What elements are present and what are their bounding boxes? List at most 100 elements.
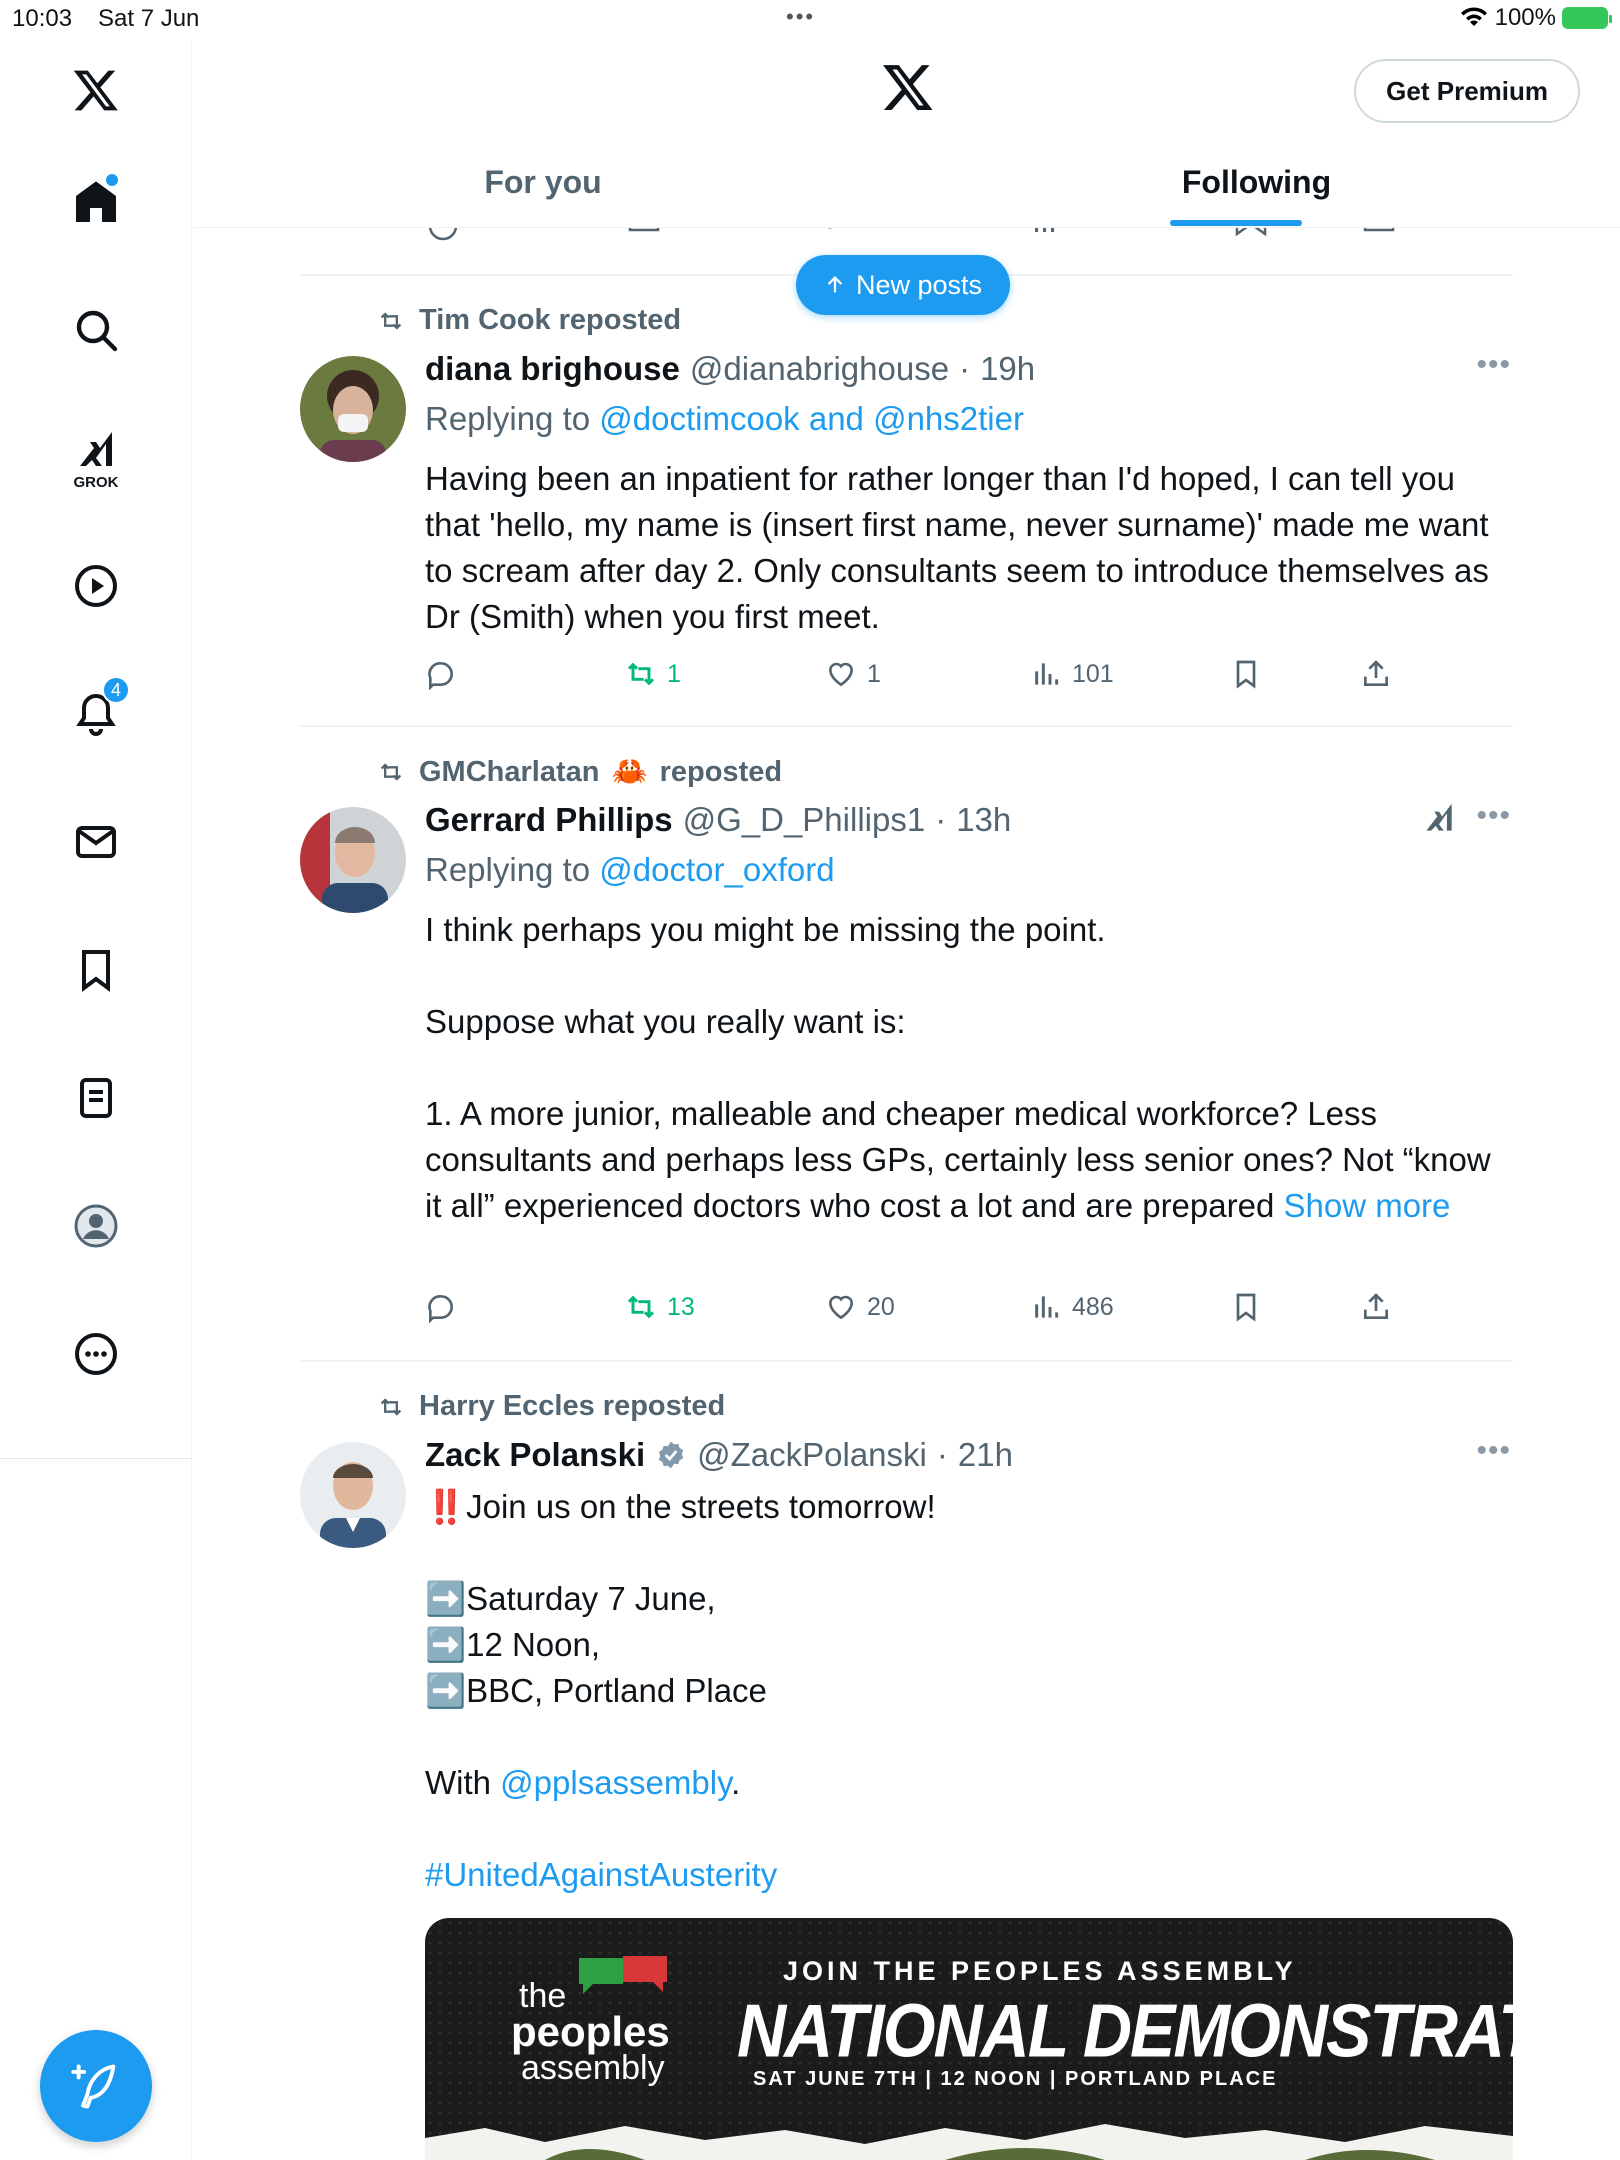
reply-button[interactable] — [425, 658, 457, 690]
reply-icon — [428, 1295, 453, 1323]
dot-separator: · — [935, 801, 947, 838]
lists-icon[interactable] — [56, 1058, 136, 1138]
repost-by: Tim Cook reposted — [419, 304, 682, 336]
arrow-up-icon — [827, 276, 843, 293]
repost-indicator: Tim Cook reposted — [375, 304, 681, 337]
tweet-line: ‼️Join us on the streets tomorrow! — [425, 1488, 936, 1525]
tab-for-you[interactable]: For you — [193, 138, 893, 226]
status-right: 100% — [1459, 4, 1612, 32]
mention-link[interactable]: @pplsassembly — [500, 1764, 731, 1801]
author-name[interactable]: diana brighouse — [425, 350, 680, 388]
author-handle[interactable]: @G_D_Phillips1 — [683, 801, 926, 839]
share-button[interactable] — [1360, 1291, 1392, 1323]
like-button[interactable]: 20 — [825, 1291, 895, 1323]
tweet-media-image[interactable]: the peoples assembly JOIN THE PEOPLES AS… — [425, 1918, 1513, 2160]
tweet-actions: 13 20 486 — [425, 1291, 1425, 1337]
home-icon[interactable] — [56, 162, 136, 242]
previous-tweet-actions-partial — [425, 228, 1425, 242]
avatar[interactable] — [300, 807, 406, 913]
compose-feather-icon — [71, 2064, 116, 2109]
search-icon[interactable] — [56, 290, 136, 370]
get-premium-button[interactable]: Get Premium — [1354, 59, 1580, 123]
like-count: 20 — [867, 1292, 895, 1321]
dot-separator: · — [936, 1436, 948, 1473]
share-button[interactable] — [1360, 658, 1392, 690]
more-menu-icon[interactable]: ••• — [1476, 348, 1511, 382]
dot-separator: · — [959, 350, 971, 387]
sidebar: GROK 4 — [0, 40, 192, 2160]
tweet-divider — [300, 725, 1513, 727]
tweet-divider — [300, 1360, 1513, 1362]
views-count: 101 — [1072, 659, 1114, 688]
grok-icon[interactable]: GROK — [56, 418, 136, 498]
retweet-count: 1 — [667, 659, 681, 688]
replying-to-link[interactable]: @doctor_oxford — [599, 851, 834, 888]
share-icon — [1364, 660, 1388, 686]
retweet-count: 13 — [667, 1292, 695, 1321]
retweet-button[interactable]: 1 — [625, 658, 681, 690]
tweet-author-line: Zack Polanski @ZackPolanski · 21h — [425, 1436, 1013, 1474]
repost-by: GMCharlatan — [419, 755, 600, 788]
like-button[interactable]: 1 — [825, 658, 881, 690]
verified-badge-icon — [658, 1441, 684, 1469]
tweet-time[interactable]: 19h — [980, 350, 1035, 388]
author-handle[interactable]: @dianabrighouse — [690, 350, 949, 388]
repost-icon — [380, 763, 402, 781]
retweet-icon — [627, 662, 655, 686]
replying-to-line: Replying to @doctor_oxford — [425, 851, 835, 889]
tweet-time[interactable]: 21h — [958, 1436, 1013, 1474]
bookmark-button[interactable] — [1230, 1291, 1262, 1323]
notifications-bell-icon[interactable]: 4 — [56, 674, 136, 754]
author-name[interactable]: Gerrard Phillips — [425, 801, 673, 839]
bookmark-icon[interactable] — [56, 930, 136, 1010]
video-icon[interactable] — [56, 546, 136, 626]
views-count: 486 — [1072, 1292, 1114, 1321]
tweet-text: I think perhaps you might be missing the… — [425, 907, 1505, 1229]
tweet-paragraph: 1. A more junior, malleable and cheaper … — [425, 1095, 1491, 1224]
tweet-line: ➡️12 Noon, — [425, 1626, 601, 1663]
grok-explain-icon[interactable] — [1420, 799, 1458, 842]
multitasking-dots-icon[interactable]: ••• — [786, 4, 815, 30]
repost-by: Harry Eccles reposted — [419, 1390, 726, 1422]
speech-bubbles-icon — [579, 1956, 667, 1994]
new-posts-button[interactable]: New posts — [796, 255, 1011, 315]
more-menu-icon[interactable]: ••• — [1476, 799, 1511, 833]
battery-percent: 100% — [1494, 4, 1556, 31]
replying-to-link[interactable]: @doctimcook and @nhs2tier — [599, 400, 1024, 437]
bookmark-button[interactable] — [1230, 658, 1262, 690]
reply-button[interactable] — [425, 1291, 457, 1323]
messages-envelope-icon[interactable] — [56, 802, 136, 882]
hashtag-link[interactable]: #UnitedAgainstAusterity — [425, 1856, 777, 1893]
sidebar-divider — [0, 1458, 192, 1459]
avatar[interactable] — [300, 356, 406, 462]
x-header-logo-icon[interactable] — [881, 60, 935, 119]
views-button[interactable]: 101 — [1030, 658, 1114, 690]
crab-emoji: 🦀 — [611, 756, 648, 788]
tweet-paragraph: Suppose what you really want is: — [425, 1003, 906, 1040]
show-more-link[interactable]: Show more — [1284, 1187, 1451, 1224]
replying-prefix: Replying to — [425, 400, 591, 437]
tweet-line: ➡️BBC, Portland Place — [425, 1672, 767, 1709]
more-options-icon[interactable] — [56, 1314, 136, 1394]
views-button[interactable]: 486 — [1030, 1291, 1114, 1323]
retweet-button[interactable]: 13 — [625, 1291, 695, 1323]
author-name[interactable]: Zack Polanski — [425, 1436, 645, 1474]
share-icon — [1364, 1293, 1388, 1319]
more-menu-icon[interactable]: ••• — [1476, 1434, 1511, 1468]
author-handle[interactable]: @ZackPolanski — [697, 1436, 927, 1474]
tweet-text: ‼️Join us on the streets tomorrow! ➡️Sat… — [425, 1484, 1505, 1898]
heart-icon — [828, 662, 854, 687]
repost-indicator: GMCharlatan 🦀 reposted — [375, 755, 782, 789]
views-chart-icon — [1035, 663, 1059, 685]
tab-following[interactable]: Following — [893, 138, 1620, 226]
profile-avatar-icon[interactable] — [56, 1186, 136, 1266]
peoples-assembly-logo: the peoples assembly — [511, 1956, 670, 2086]
notifications-badge: 4 — [102, 676, 130, 704]
status-date: Sat 7 Jun — [98, 5, 200, 32]
status-bar: 10:03 Sat 7 Jun ••• 100% — [0, 0, 1620, 40]
avatar[interactable] — [300, 1442, 406, 1548]
tweet-time[interactable]: 13h — [956, 801, 1011, 839]
x-logo-icon[interactable] — [56, 50, 136, 130]
tweet-text: Having been an inpatient for rather long… — [425, 456, 1505, 640]
compose-post-button[interactable] — [40, 2030, 152, 2142]
